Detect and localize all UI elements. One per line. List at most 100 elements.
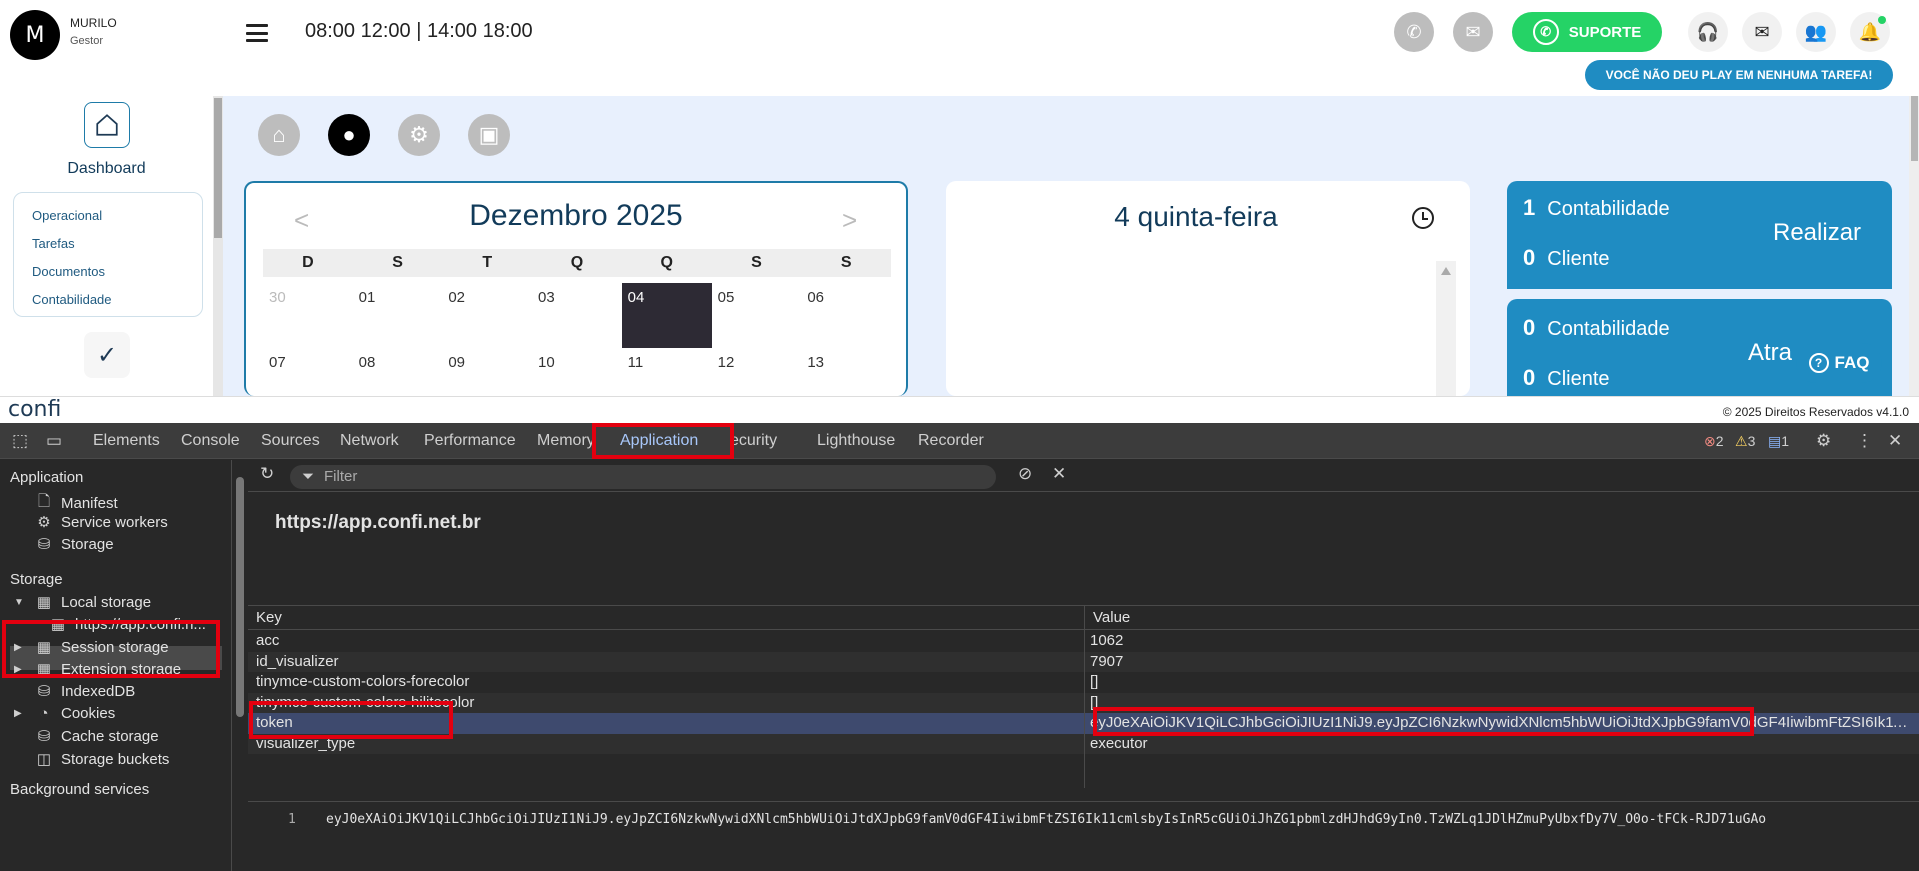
faq-label: FAQ (1834, 353, 1870, 372)
sidebar-scrollbar[interactable] (213, 96, 223, 396)
inspect-element-icon[interactable]: ⬚ (12, 431, 28, 451)
calendar-day[interactable]: 30 (263, 283, 353, 348)
sidebar-item-cache-storage[interactable]: ⛁ Cache storage (36, 727, 159, 746)
device-toolbar-icon[interactable]: ▭ (46, 431, 62, 451)
storage-header: Storage (10, 571, 63, 588)
warning-count[interactable]: ⚠3 (1735, 433, 1755, 450)
avatar[interactable]: M (10, 10, 60, 60)
value-column-header[interactable]: Value (1085, 606, 1919, 630)
tab-lighthouse[interactable]: Lighthouse (817, 432, 895, 450)
atrasadas-cliente-label: Cliente (1547, 368, 1610, 390)
confi-logo[interactable]: confi (8, 397, 61, 422)
profile-nav-icon[interactable]: ● (328, 114, 370, 156)
stat-realizar[interactable]: 1 Contabilidade 0 Cliente Realizar (1507, 181, 1892, 289)
menu-icon[interactable] (246, 24, 268, 42)
submenu-operacional[interactable]: Operacional (32, 203, 202, 231)
web-app: M MURILO Gestor 08:00 12:00 | 14:00 18:0… (0, 0, 1919, 423)
calendar-next-button[interactable]: > (842, 205, 857, 236)
tab-performance[interactable]: Performance (424, 432, 516, 450)
home-nav-icon[interactable]: ⌂ (258, 114, 300, 156)
support-button[interactable]: ✆ SUPORTE (1512, 12, 1662, 52)
calendar-days: 30 01 02 03 04 05 06 07 08 09 10 11 12 13 (263, 283, 891, 413)
realizar-cliente-count: 0 (1523, 245, 1536, 270)
wallet-nav-icon[interactable]: ▣ (468, 114, 510, 156)
sidebar-item-storage-buckets[interactable]: ◫ Storage buckets (36, 750, 170, 769)
submenu-documentos[interactable]: Documentos (32, 259, 202, 287)
clock-icon[interactable] (1412, 207, 1434, 229)
mail-settings-icon[interactable]: ✉ (1453, 12, 1493, 52)
day-scrollbar[interactable] (1436, 261, 1456, 396)
sidebar-item-local-storage[interactable]: ▼ ▦ Local storage (14, 593, 151, 612)
calendar-weekdays: DSTQQSS (263, 249, 891, 277)
settings-nav-icon[interactable]: ⚙ (398, 114, 440, 156)
calendar-day[interactable]: 03 (532, 283, 622, 348)
delete-selected-icon[interactable]: ✕ (1052, 464, 1066, 484)
copyright: © 2025 Direitos Reservados v4.1.0 (1722, 405, 1909, 419)
calendar-day[interactable]: 06 (801, 283, 891, 348)
calendar-day[interactable]: 01 (353, 283, 443, 348)
headset-icon[interactable]: 🎧 (1688, 12, 1728, 52)
calendar-day[interactable]: 05 (712, 283, 802, 348)
submenu-contabilidade[interactable]: Contabilidade (32, 287, 202, 315)
storage-table: Key Value acc 1062 id_visualizer 7907 tinymc… (248, 605, 1919, 788)
preview-value[interactable]: eyJ0eXAiOiJKV1QiLCJhbGciOiJIUzI1NiJ9.eyJ… (326, 812, 1766, 827)
tab-sources[interactable]: Sources (261, 432, 320, 450)
question-icon: ? (1808, 353, 1829, 373)
inbox-icon[interactable]: ✉ (1742, 12, 1782, 52)
sidebar-item-indexeddb[interactable]: ⛁ IndexedDB (36, 682, 136, 701)
filter-toolbar: ↻ ⏷ Filter ⊘ ✕ (248, 460, 1919, 492)
tab-recorder[interactable]: Recorder (918, 432, 984, 450)
calendar-day[interactable]: 02 (442, 283, 532, 348)
weekday-1: S (392, 254, 403, 271)
users-settings-icon[interactable]: 👥 (1796, 12, 1836, 52)
highlight-token-key (249, 701, 453, 739)
clear-all-icon[interactable]: ⊘ (1018, 464, 1032, 484)
devtools-panel: ⬚ ▭ Elements Console Sources Network Per… (0, 423, 1919, 871)
storage-viewer: ↻ ⏷ Filter ⊘ ✕ https://app.confi.net.br K… (248, 460, 1919, 871)
calendar: < Dezembro 2025 > DSTQQSS 30 01 02 03 04 05 06… (244, 181, 908, 396)
atrasadas-cliente-count: 0 (1523, 365, 1536, 390)
refresh-icon[interactable]: ↻ (260, 464, 274, 484)
tab-console[interactable]: Console (181, 432, 240, 450)
devtools-tabbar: ⬚ ▭ Elements Console Sources Network Per… (0, 423, 1919, 459)
sidebar: Dashboard Operacional Tarefas Documentos… (0, 96, 213, 396)
tab-elements[interactable]: Elements (93, 432, 160, 450)
whatsapp-clock-icon[interactable]: ✆ (1394, 12, 1434, 52)
highlight-local-storage (2, 620, 220, 678)
whatsapp-icon: ✆ (1532, 19, 1559, 45)
tab-security[interactable]: ecurity (730, 432, 777, 450)
bell-icon[interactable]: 🔔 (1850, 12, 1890, 52)
tab-network[interactable]: Network (340, 432, 399, 450)
settings-icon[interactable]: ⚙ (1816, 431, 1831, 451)
key-column-header[interactable]: Key (248, 606, 1084, 630)
tab-memory[interactable]: Memory (537, 432, 595, 450)
play-warning-badge[interactable]: VOCÊ NÃO DEU PLAY EM NENHUMA TAREFA! (1585, 60, 1893, 90)
row-value: [] (1090, 673, 1099, 690)
submenu-tarefas[interactable]: Tarefas (32, 231, 202, 259)
filter-input[interactable]: ⏷ Filter (290, 465, 996, 489)
day-title: 4 quinta-feira (1114, 201, 1278, 232)
main-scrollbar[interactable] (1909, 96, 1919, 396)
check-icon[interactable]: ✓ (84, 332, 130, 378)
calendar-day[interactable]: 04 (621, 283, 712, 348)
weekday-0: D (302, 254, 314, 271)
close-icon[interactable]: ✕ (1888, 431, 1902, 451)
origin-title: https://app.confi.net.br (275, 512, 481, 533)
error-count[interactable]: ⊗2 (1704, 433, 1724, 450)
sidebar-item-storage[interactable]: ⛁ Storage (36, 535, 114, 554)
sidebar-item-service-workers[interactable]: ⚙ Service workers (36, 513, 167, 532)
info-count[interactable]: ▤1 (1768, 433, 1789, 450)
filter-icon: ⏷ (302, 468, 315, 485)
user-name: MURILO (70, 16, 117, 30)
faq-button[interactable]: ? FAQ (1796, 343, 1882, 383)
sidebar-item-cookies[interactable]: ▶ ◔ Cookies (14, 705, 115, 722)
dashboard-label[interactable]: Dashboard (0, 160, 213, 178)
top-bar: M MURILO Gestor 08:00 12:00 | 14:00 18:0… (0, 0, 1919, 96)
table-icon: ▦ (36, 594, 52, 611)
sidebar-scrollbar[interactable] (235, 463, 245, 871)
more-options-icon[interactable]: ⋮ (1856, 431, 1873, 451)
weekday-4: Q (660, 254, 673, 271)
row-value: 1062 (1090, 632, 1124, 649)
home-icon[interactable] (84, 102, 130, 148)
realizar-label: Realizar (1773, 219, 1862, 246)
